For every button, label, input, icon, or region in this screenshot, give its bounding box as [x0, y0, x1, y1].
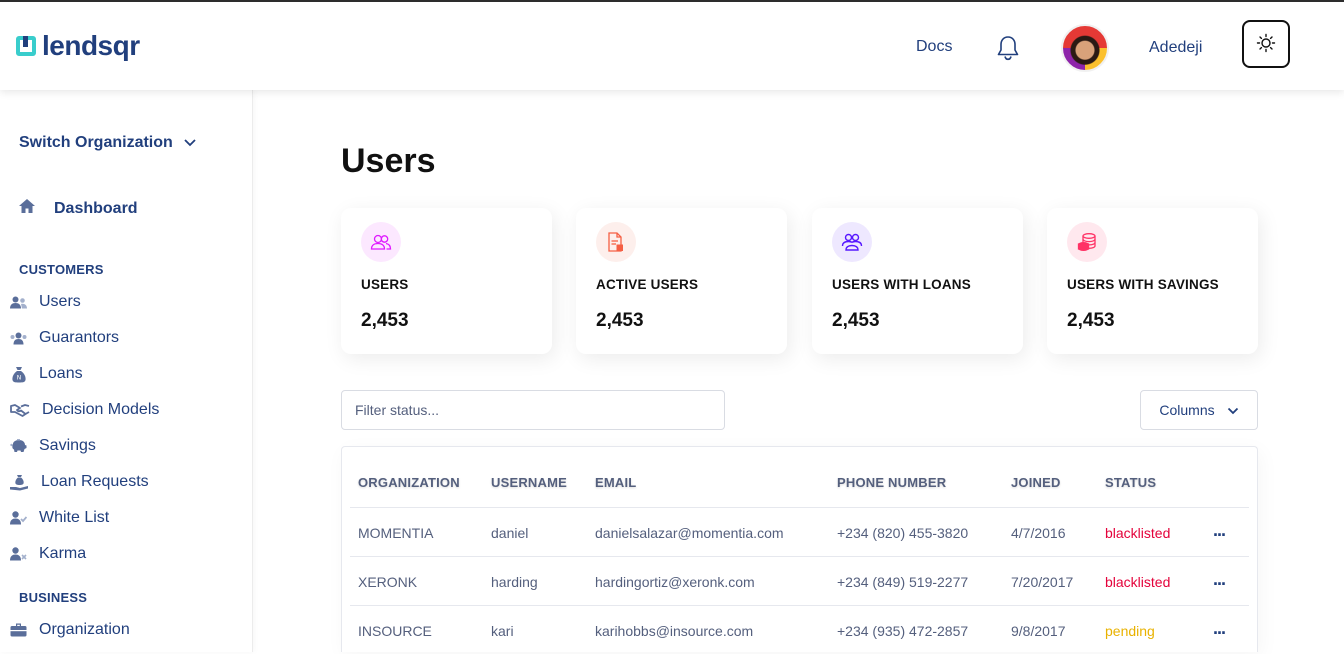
stat-card-label: ACTIVE USERS — [596, 277, 699, 292]
cell-joined: 7/20/2017 — [1011, 574, 1074, 590]
sidebar-item-guarantors[interactable]: Guarantors — [10, 329, 119, 347]
status-badge: blacklisted — [1105, 525, 1171, 541]
sidebar-item-loan-requests[interactable]: Loan Requests — [10, 473, 149, 491]
top-bar: lendsqr Docs Adedeji — [0, 0, 1344, 90]
sidebar-item-karma[interactable]: Karma — [10, 545, 86, 563]
users-icon — [10, 294, 27, 310]
avatar[interactable] — [1061, 24, 1109, 72]
more-options-icon[interactable]: ... — [1213, 520, 1226, 541]
loan-request-icon — [10, 474, 29, 490]
sun-icon — [1256, 33, 1276, 56]
sidebar-item-decision-models[interactable]: Decision Models — [10, 401, 159, 419]
logo-mark-icon — [16, 36, 36, 56]
stat-card-value: 2,453 — [361, 310, 409, 331]
status-badge: pending — [1105, 623, 1155, 639]
stat-card-label: USERS WITH SAVINGS — [1067, 277, 1219, 292]
sidebar-item-label: Guarantors — [39, 329, 120, 346]
column-header-phone-number[interactable]: PHONE NUMBER — [837, 475, 946, 490]
sidebar-item-label: Decision Models — [42, 401, 160, 418]
column-header-organization[interactable]: ORGANIZATION — [358, 475, 460, 490]
chevron-down-icon — [1227, 402, 1239, 418]
column-header-username[interactable]: USERNAME — [491, 475, 567, 490]
users-icon — [361, 222, 401, 262]
logo-text: lendsqr — [42, 30, 140, 61]
columns-label: Columns — [1159, 402, 1215, 418]
group-icon — [832, 222, 872, 262]
cell-email: hardingortiz@xeronk.com — [595, 574, 755, 590]
sidebar-item-label: Karma — [39, 545, 87, 562]
piggy-bank-icon — [10, 438, 27, 454]
sidebar-item-label: Savings — [39, 437, 96, 454]
user-x-icon — [10, 546, 27, 562]
sidebar-item-label: Loan Requests — [41, 473, 149, 490]
stat-card-label: USERS — [361, 277, 409, 292]
guarantors-icon — [10, 330, 27, 346]
bell-icon[interactable] — [996, 35, 1020, 61]
sidebar-item-loans[interactable]: N Loans — [10, 365, 83, 383]
switch-organization-dropdown[interactable]: Switch Organization — [19, 134, 197, 152]
more-options-icon[interactable]: ... — [1213, 618, 1226, 639]
user-check-icon — [10, 510, 27, 526]
sidebar-item-label: White List — [39, 509, 110, 526]
sidebar-item-label: Loans — [39, 365, 83, 382]
sidebar-item-label: Organization — [39, 621, 130, 638]
switch-organization-label: Switch Organization — [19, 134, 173, 151]
stat-card-users-with-loans: USERS WITH LOANS 2,453 — [812, 208, 1023, 354]
cell-email: danielsalazar@momentia.com — [595, 525, 784, 541]
cell-joined: 9/8/2017 — [1011, 623, 1066, 639]
cell-organization: MOMENTIA — [358, 525, 434, 541]
handshake-icon — [10, 402, 30, 418]
sidebar-item-white-list[interactable]: White List — [10, 509, 109, 527]
cell-organization: XERONK — [358, 574, 418, 590]
logo[interactable]: lendsqr — [16, 31, 140, 61]
cell-username: harding — [491, 574, 538, 590]
sidebar-item-label: Dashboard — [54, 199, 138, 217]
columns-button[interactable]: Columns — [1140, 390, 1258, 430]
users-table: ORGANIZATION USERNAME EMAIL PHONE NUMBER… — [341, 446, 1258, 652]
table-row[interactable]: MOMENTIA daniel danielsalazar@momentia.c… — [350, 507, 1249, 556]
loan-sack-icon: N — [10, 366, 27, 382]
cell-username: kari — [491, 623, 514, 639]
column-header-status[interactable]: STATUS — [1105, 475, 1156, 490]
stat-card-active-users: ACTIVE USERS 2,453 — [576, 208, 787, 354]
section-title-business: BUSINESS — [19, 590, 88, 605]
briefcase-icon — [10, 622, 27, 638]
stat-card-value: 2,453 — [596, 310, 644, 331]
sidebar: Switch Organization Dashboard CUSTOMERS … — [0, 90, 253, 652]
svg-text:N: N — [16, 374, 21, 381]
table-row[interactable]: XERONK harding hardingortiz@xeronk.com +… — [350, 556, 1249, 605]
sidebar-item-dashboard[interactable]: Dashboard — [18, 198, 138, 219]
sidebar-item-organization[interactable]: Organization — [10, 621, 130, 639]
theme-toggle-button[interactable] — [1242, 20, 1290, 68]
section-title-customers: CUSTOMERS — [19, 262, 104, 277]
cell-phone: +234 (849) 519-2277 — [837, 574, 969, 590]
stat-card-value: 2,453 — [1067, 310, 1115, 331]
home-icon — [18, 198, 36, 219]
more-options-icon[interactable]: ... — [1213, 569, 1226, 590]
stat-card-users-with-savings: USERS WITH SAVINGS 2,453 — [1047, 208, 1258, 354]
cell-phone: +234 (820) 455-3820 — [837, 525, 969, 541]
sidebar-item-users[interactable]: Users — [10, 293, 81, 311]
page-title: Users — [341, 142, 436, 180]
user-name[interactable]: Adedeji — [1149, 39, 1202, 57]
column-header-joined[interactable]: JOINED — [1011, 475, 1061, 490]
cell-username: daniel — [491, 525, 529, 541]
table-row[interactable]: INSOURCE kari karihobbs@insource.com +23… — [350, 605, 1249, 654]
stat-card-users: USERS 2,453 — [341, 208, 552, 354]
stat-card-value: 2,453 — [832, 310, 880, 331]
filter-status-input[interactable] — [341, 390, 725, 430]
chevron-down-icon — [183, 134, 197, 152]
cell-phone: +234 (935) 472-2857 — [837, 623, 969, 639]
sidebar-item-savings[interactable]: Savings — [10, 437, 96, 455]
cell-email: karihobbs@insource.com — [595, 623, 754, 639]
docs-link[interactable]: Docs — [916, 38, 952, 56]
column-header-email[interactable]: EMAIL — [595, 475, 636, 490]
cell-joined: 4/7/2016 — [1011, 525, 1066, 541]
document-icon — [596, 222, 636, 262]
stat-card-label: USERS WITH LOANS — [832, 277, 971, 292]
cell-organization: INSOURCE — [358, 623, 432, 639]
sidebar-item-label: Users — [39, 293, 81, 310]
coins-icon — [1067, 222, 1107, 262]
status-badge: blacklisted — [1105, 574, 1171, 590]
